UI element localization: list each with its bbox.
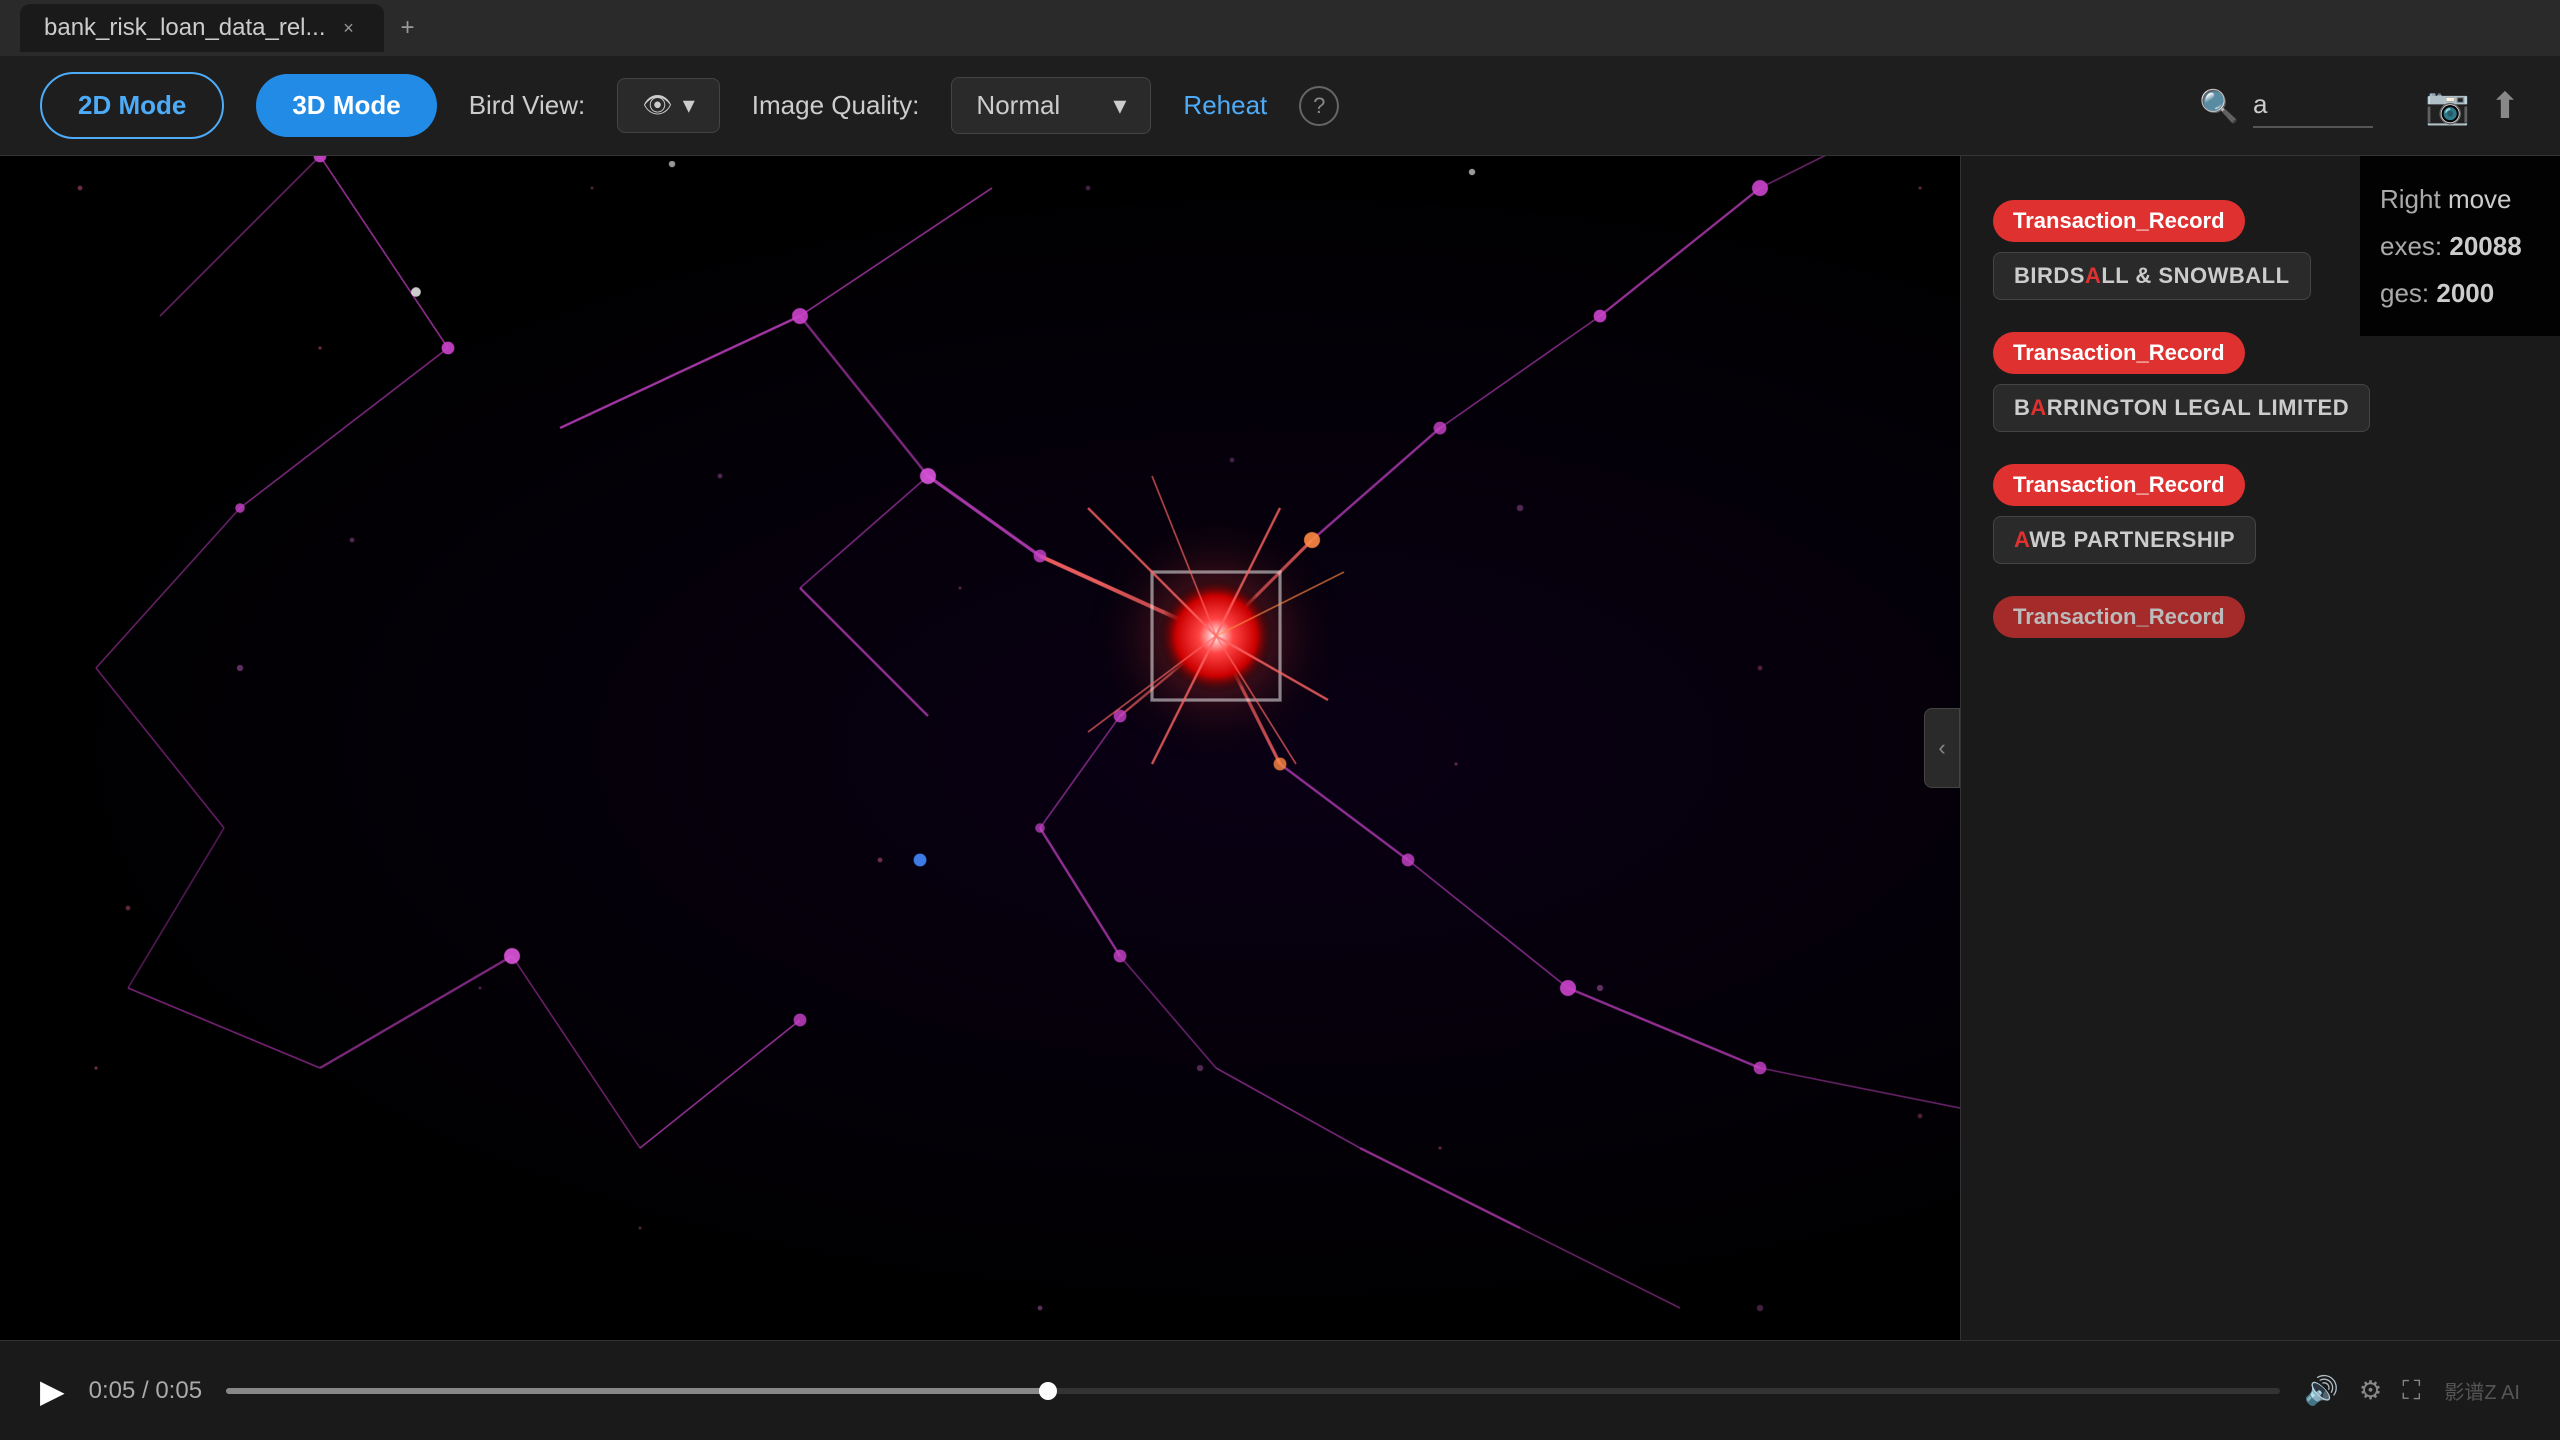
search-result-item[interactable]: Transaction_Record AWB PARTNERSHIP bbox=[1993, 464, 2528, 564]
bird-view-label: Bird View: bbox=[469, 90, 586, 121]
help-button[interactable]: ? bbox=[1299, 86, 1339, 126]
play-button[interactable]: ▶ bbox=[40, 1372, 65, 1410]
new-tab-button[interactable]: + bbox=[388, 8, 428, 48]
time-display: 0:05 / 0:05 bbox=[89, 1377, 202, 1405]
search-icon: 🔍 bbox=[2199, 87, 2239, 125]
search-results-panel: Right move exes: 20088 ges: 2000 Transac… bbox=[1960, 156, 2560, 1340]
playbar: ▶ 0:05 / 0:05 🔊 ⚙ ⛶ 影谱Z AI bbox=[0, 1340, 2560, 1440]
fullscreen-icon[interactable]: ⛶ bbox=[2402, 1375, 2420, 1407]
result-badge: Transaction_Record bbox=[1993, 200, 2245, 242]
logo-watermark: 影谱Z AI bbox=[2444, 1376, 2520, 1405]
image-quality-select[interactable]: Normal ▾ bbox=[951, 77, 1151, 134]
result-name: BIRDSALL & SNOWBALL bbox=[1993, 252, 2311, 300]
panel-collapse-handle[interactable]: ‹ bbox=[1924, 708, 1960, 788]
result-badge-partial: Transaction_Record bbox=[1993, 596, 2245, 638]
share-icon[interactable]: ⬆ bbox=[2490, 85, 2520, 127]
chevron-left-icon: ‹ bbox=[1938, 735, 1945, 761]
search-container: 🔍 bbox=[2199, 83, 2373, 128]
progress-bar[interactable] bbox=[226, 1388, 2280, 1394]
search-result-item[interactable]: Transaction_Record BARRINGTON LEGAL LIMI… bbox=[1993, 332, 2528, 432]
result-name: BARRINGTON LEGAL LIMITED bbox=[1993, 384, 2370, 432]
right-direction-label: Right move bbox=[2380, 176, 2540, 223]
edges-stat: ges: 2000 bbox=[2380, 270, 2540, 317]
chevron-down-icon: ▾ bbox=[683, 91, 695, 120]
result-name: AWB PARTNERSHIP bbox=[1993, 516, 2256, 564]
quality-value: Normal bbox=[976, 90, 1060, 121]
progress-fill bbox=[226, 1388, 1048, 1394]
playbar-icons: 🔊 ⚙ ⛶ bbox=[2304, 1374, 2420, 1407]
toolbar-actions: 📷 ⬆ bbox=[2425, 85, 2520, 127]
search-input[interactable] bbox=[2253, 83, 2373, 128]
3d-mode-button[interactable]: 3D Mode bbox=[256, 74, 436, 137]
progress-dot bbox=[1039, 1382, 1057, 1400]
canvas-area[interactable]: Right move exes: 20088 ges: 2000 Transac… bbox=[0, 156, 2560, 1340]
tab-title: bank_risk_loan_data_rel... bbox=[44, 14, 326, 42]
2d-mode-button[interactable]: 2D Mode bbox=[40, 72, 224, 139]
eye-icon: 👁 bbox=[642, 91, 672, 120]
dropdown-arrow-icon: ▾ bbox=[1113, 90, 1126, 121]
vertices-stat: exes: 20088 bbox=[2380, 223, 2540, 270]
result-badge: Transaction_Record bbox=[1993, 464, 2245, 506]
result-badge: Transaction_Record bbox=[1993, 332, 2245, 374]
bird-view-button[interactable]: 👁 ▾ bbox=[617, 78, 720, 133]
camera-icon[interactable]: 📷 bbox=[2425, 85, 2470, 127]
volume-icon[interactable]: 🔊 bbox=[2304, 1374, 2339, 1407]
image-quality-label: Image Quality: bbox=[752, 90, 920, 121]
reheat-button[interactable]: Reheat bbox=[1183, 90, 1267, 121]
settings-icon[interactable]: ⚙ bbox=[2359, 1375, 2382, 1406]
tab-close-button[interactable]: × bbox=[338, 17, 360, 39]
browser-tab[interactable]: bank_risk_loan_data_rel... × bbox=[20, 4, 384, 52]
